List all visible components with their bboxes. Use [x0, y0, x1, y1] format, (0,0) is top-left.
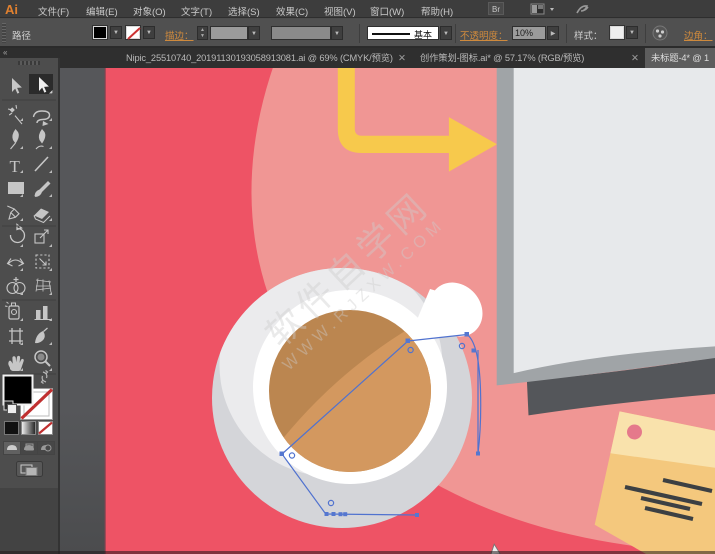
- svg-text:基本: 基本: [414, 29, 432, 40]
- svg-text:T: T: [10, 157, 21, 176]
